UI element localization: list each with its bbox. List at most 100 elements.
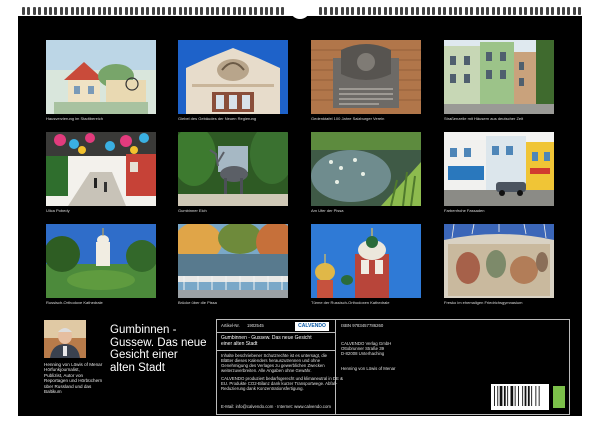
binding-ring [108,7,112,15]
binding-ring [227,7,231,15]
photo-caption: Fresko im ehemaligen Friedrichsgymnasium [444,300,523,305]
binding-ring [135,7,139,15]
barcode-bar [507,386,509,406]
publisher-info-box: Artikel-Nr. 1902545 CALVENDO Gumbinnen -… [216,319,570,415]
binding-ring [416,7,420,15]
binding-ring [178,7,182,15]
binding-ring [340,7,344,15]
binding-ring [76,7,79,15]
author-bio-line: Reportagen und Hörbüchern [44,378,103,384]
binding-ring [518,7,522,15]
barcode-bar [527,386,530,406]
photo-tile: Gedenktafel 100 Jahre Salzburger Verein [311,40,421,132]
binding-ring [130,7,133,15]
binding-ring [578,7,582,15]
photo-pissa-bridge [178,224,288,298]
binding-ring [151,7,155,15]
photo-caption: Giebel des Gebäudes der Neuen Regierung [178,116,257,121]
calendar-back-page: Hausverzierung im Stadtbereich Giebel de… [18,16,582,416]
binding-ring [389,7,393,15]
contact-line: E-Mail: info@calvendo.com · Internet: ww… [221,404,331,409]
photo-tile: Ulica Pobedy [46,132,156,224]
photo-memorial-plaque [311,40,421,114]
eco-line: Reduzierung dank Konzentrationsfertigung… [221,386,304,391]
binding-ring [59,7,63,15]
binding-ring [221,7,225,15]
photo-colorful-facades [444,132,554,206]
binding-ring [157,7,160,15]
binding-ring [529,7,533,15]
binding-ring [146,7,150,15]
photo-tile: Russisch-Orthodoxe Kathedrale [46,224,156,316]
binding-ring [437,7,441,15]
info-divider [335,320,336,414]
title-line: Gussew. Das neue [110,336,207,349]
binding-ring [254,7,258,15]
photo-tile: Gumbinner Elch [178,132,288,224]
photo-government-gable [178,40,288,114]
binding-ring [38,7,42,15]
binding-ring [545,7,549,15]
photo-house-ornament [46,40,156,114]
binding-ring [243,7,247,15]
binding-ring [49,7,52,15]
binding-ring [556,7,560,15]
binding-ring [335,7,339,15]
author-portrait [44,320,86,358]
binding-ring [162,7,166,15]
copyright-holder: Henning von Löwis of Menar [341,366,396,371]
binding-ring [513,7,517,15]
binding-ring [540,7,544,15]
photo-tile: Giebel des Gebäudes der Neuen Regierung [178,40,288,132]
barcode-bar [531,386,533,406]
barcode-bar [503,386,506,406]
photo-caption: Hausverzierung im Stadtbereich [46,116,103,121]
barcode-bar [494,386,495,406]
binding-ring [86,7,90,15]
binding-ring [405,7,409,15]
author-bio: Henning von Löwis of Menar Hörfunkjourna… [44,362,104,394]
photo-tile: Am Ufer der Pissa [311,132,421,224]
barcode [491,384,549,410]
binding-ring [367,7,371,15]
binding-ring [65,7,69,15]
photo-gumbinner-elk [178,132,288,206]
binding-ring [167,7,171,15]
binding-ring [486,7,490,15]
binding-ring [362,7,366,15]
binding-ring [92,7,96,15]
binding-ring [248,7,252,15]
binding-ring [432,7,436,15]
binding-ring [216,7,220,15]
binding-ring [113,7,117,15]
binding-ring [421,7,425,15]
binding-ring [270,7,274,15]
binding-ring [259,7,263,15]
photo-tile: Farbenfrohe Fassaden [444,132,554,224]
binding-ring [281,7,285,15]
binding-ring [373,7,376,15]
binding-ring [205,7,209,15]
binding-ring [491,7,495,15]
article-label: Artikel-Nr. [221,323,240,328]
barcode-bar [535,386,537,406]
binding-ring [27,7,31,15]
photo-street-houses [444,40,554,114]
legal-line: weiterzuverbreiten. Alle Angaben ohne Ge… [221,368,312,373]
isbn: ISBN 9783457786260 [341,323,384,328]
binding-ring [567,7,571,15]
barcode-bar [510,386,514,406]
eco-certificate-icon [553,386,565,408]
binding-ring [454,7,457,15]
binding-ring [140,7,144,15]
binding-ring [351,7,355,15]
publisher-line: D-82008 Unterhaching [341,351,385,356]
binding-ring [54,7,58,15]
article-number: 1902545 [247,323,264,328]
short-title-line: einer alten Stadt [221,341,258,347]
binding-ring [173,7,177,15]
binding-ring [394,7,398,15]
binding-ring [97,7,101,15]
photo-tile: Straßenzeile mit Häusern aus deutscher Z… [444,40,554,132]
binding-ring [275,7,279,15]
